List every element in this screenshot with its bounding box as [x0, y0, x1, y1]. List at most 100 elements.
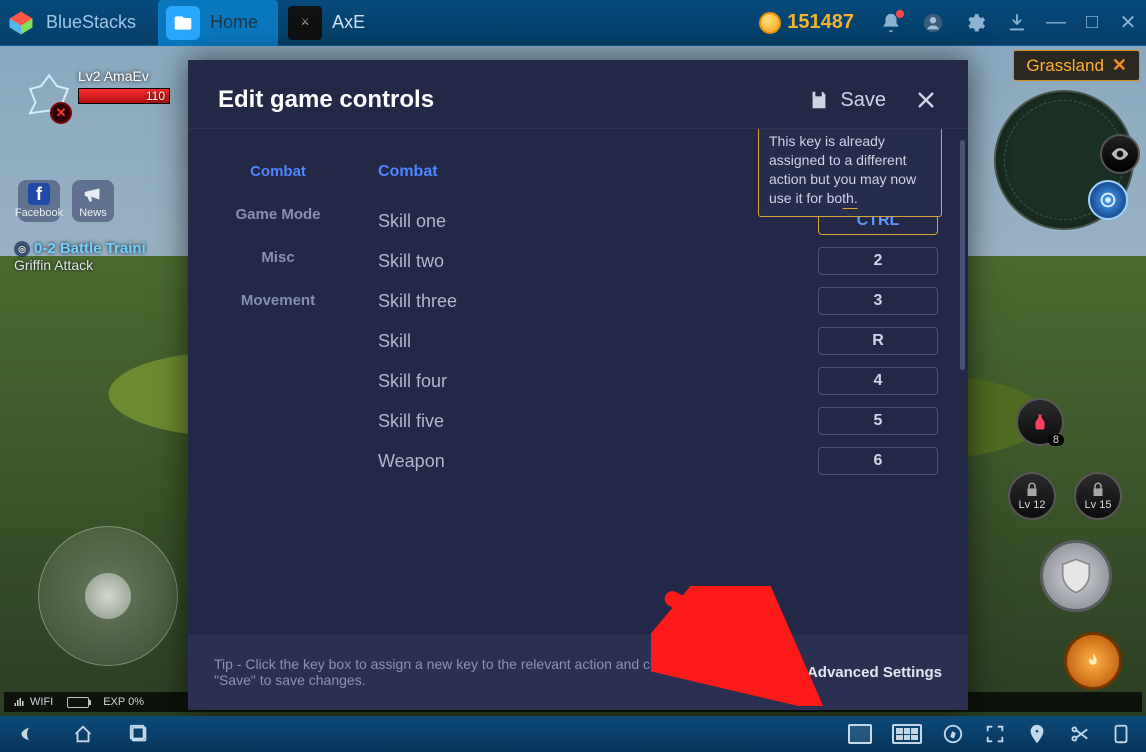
virtual-joystick[interactable]: [38, 526, 178, 666]
modal-scrollbar[interactable]: [960, 140, 965, 370]
toggle-box-icon[interactable]: [848, 724, 872, 744]
close-icon: [914, 88, 938, 112]
quest-bullet-icon: ◎: [14, 241, 30, 257]
keybind-label: Skill: [378, 331, 411, 352]
advanced-settings-label: Advanced Settings: [807, 664, 942, 681]
tab-home[interactable]: Home: [158, 0, 278, 46]
fire-skill-button[interactable]: [1064, 632, 1122, 690]
recents-button[interactable]: [128, 723, 150, 745]
locked-skill-lv12[interactable]: Lv 12: [1008, 472, 1056, 520]
android-navbar: [0, 716, 1146, 752]
keybind-input[interactable]: 5: [818, 407, 938, 435]
fullscreen-icon[interactable]: [984, 723, 1006, 745]
coin-amount: 151487: [787, 11, 854, 34]
tab-game-label: AxE: [332, 12, 365, 33]
maximize-button[interactable]: □: [1074, 0, 1110, 46]
quest-title: 0-2 Battle Traini: [34, 240, 146, 257]
zone-banner[interactable]: Grassland ✕: [1013, 50, 1140, 81]
modal-header: Edit game controls Save: [188, 60, 968, 129]
rotate-icon[interactable]: [1110, 723, 1132, 745]
keybind-input[interactable]: 3: [818, 287, 938, 315]
save-button[interactable]: Save: [808, 89, 886, 112]
keybind-row: Skill R: [378, 321, 938, 361]
keybind-label: Skill three: [378, 291, 457, 312]
keybind-input[interactable]: 4: [818, 367, 938, 395]
sidebar-item-gamemode[interactable]: Game Mode: [188, 206, 368, 223]
wifi-indicator: WIFI: [12, 696, 53, 708]
footer-tip: Tip - Click the key box to assign a new …: [214, 656, 674, 688]
keybind-row: Skill five 5: [378, 401, 938, 441]
quest-tracker[interactable]: ◎0-2 Battle Traini Griffin Attack: [14, 240, 146, 274]
sidebar-item-combat[interactable]: Combat: [188, 163, 368, 180]
advanced-settings-button[interactable]: Advanced Settings: [779, 663, 942, 681]
attack-button[interactable]: [1040, 540, 1112, 612]
app-name: BlueStacks: [46, 12, 136, 33]
facebook-label: Facebook: [15, 207, 63, 219]
keybind-input[interactable]: R: [818, 327, 938, 355]
close-window-button[interactable]: ✕: [1110, 0, 1146, 46]
portal-button[interactable]: [1088, 180, 1128, 220]
location-icon[interactable]: [1026, 723, 1048, 745]
bell-icon[interactable]: [880, 12, 902, 34]
news-button[interactable]: News: [72, 180, 114, 222]
home-button[interactable]: [72, 723, 94, 745]
lock15-label: Lv 15: [1085, 499, 1112, 511]
keybind-input[interactable]: 2: [818, 247, 938, 275]
coin-balance[interactable]: 151487: [759, 11, 854, 34]
camera-eye-button[interactable]: [1100, 134, 1140, 174]
keyboard-icon[interactable]: [892, 724, 922, 744]
sidebar-item-misc[interactable]: Misc: [188, 249, 368, 266]
sidebar-item-movement[interactable]: Movement: [188, 292, 368, 309]
zone-close-icon[interactable]: ✕: [1112, 55, 1127, 76]
keybind-label: Skill five: [378, 411, 444, 432]
keybind-row: Skill two 2: [378, 241, 938, 281]
keybind-label: Skill two: [378, 251, 444, 272]
home-icon: [166, 6, 200, 40]
potion-button[interactable]: 8: [1016, 398, 1064, 446]
exp-label: EXP 0%: [103, 696, 144, 708]
key-conflict-tooltip: This key is already assigned to a differ…: [758, 129, 942, 217]
wifi-label: WIFI: [30, 696, 53, 708]
hp-bar: 110: [78, 88, 170, 104]
keybind-label: Skill four: [378, 371, 447, 392]
titlebar: BlueStacks Home ⚔ AxE 151487 ― □ ✕: [0, 0, 1146, 46]
gear-plus-icon: [779, 663, 797, 681]
notification-dot: [896, 10, 904, 18]
player-close-icon[interactable]: ✕: [50, 102, 72, 124]
download-icon[interactable]: [1006, 12, 1028, 34]
facebook-icon: f: [28, 183, 50, 205]
gear-icon[interactable]: [964, 12, 986, 34]
scissors-icon[interactable]: [1068, 723, 1090, 745]
titlebar-icon-group: [880, 12, 1028, 34]
facebook-button[interactable]: f Facebook: [18, 180, 60, 222]
megaphone-icon: [82, 183, 104, 205]
modal-footer: Tip - Click the key box to assign a new …: [188, 634, 968, 710]
modal-title: Edit game controls: [218, 86, 434, 114]
keybind-row: Skill three 3: [378, 281, 938, 321]
edit-controls-modal: Edit game controls Save Combat Game Mode…: [188, 60, 968, 710]
coin-icon: [759, 12, 781, 34]
tab-game[interactable]: ⚔ AxE: [280, 0, 385, 46]
hp-value: 110: [146, 89, 165, 103]
modal-close-button[interactable]: [914, 88, 938, 112]
player-level-name: Lv2 AmaEv: [78, 68, 149, 84]
keybind-label: Weapon: [378, 451, 445, 472]
modal-sidebar: Combat Game Mode Misc Movement: [188, 129, 368, 634]
bluestacks-logo: [0, 0, 42, 46]
minimize-button[interactable]: ―: [1038, 0, 1074, 46]
back-button[interactable]: [16, 723, 38, 745]
keybind-input[interactable]: 6: [818, 447, 938, 475]
lock12-label: Lv 12: [1019, 499, 1046, 511]
keybind-row: Skill four 4: [378, 361, 938, 401]
zone-name: Grassland: [1026, 56, 1103, 76]
locked-skill-lv15[interactable]: Lv 15: [1074, 472, 1122, 520]
modal-content: This key is already assigned to a differ…: [368, 129, 968, 634]
tab-home-label: Home: [210, 12, 258, 33]
compass-icon[interactable]: [942, 723, 964, 745]
keybind-label: Skill one: [378, 211, 446, 232]
potion-count: 8: [1048, 434, 1064, 446]
modal-body: Combat Game Mode Misc Movement This key …: [188, 129, 968, 634]
keybind-row: Weapon 6: [378, 441, 938, 481]
news-label: News: [79, 207, 107, 219]
user-icon[interactable]: [922, 12, 944, 34]
